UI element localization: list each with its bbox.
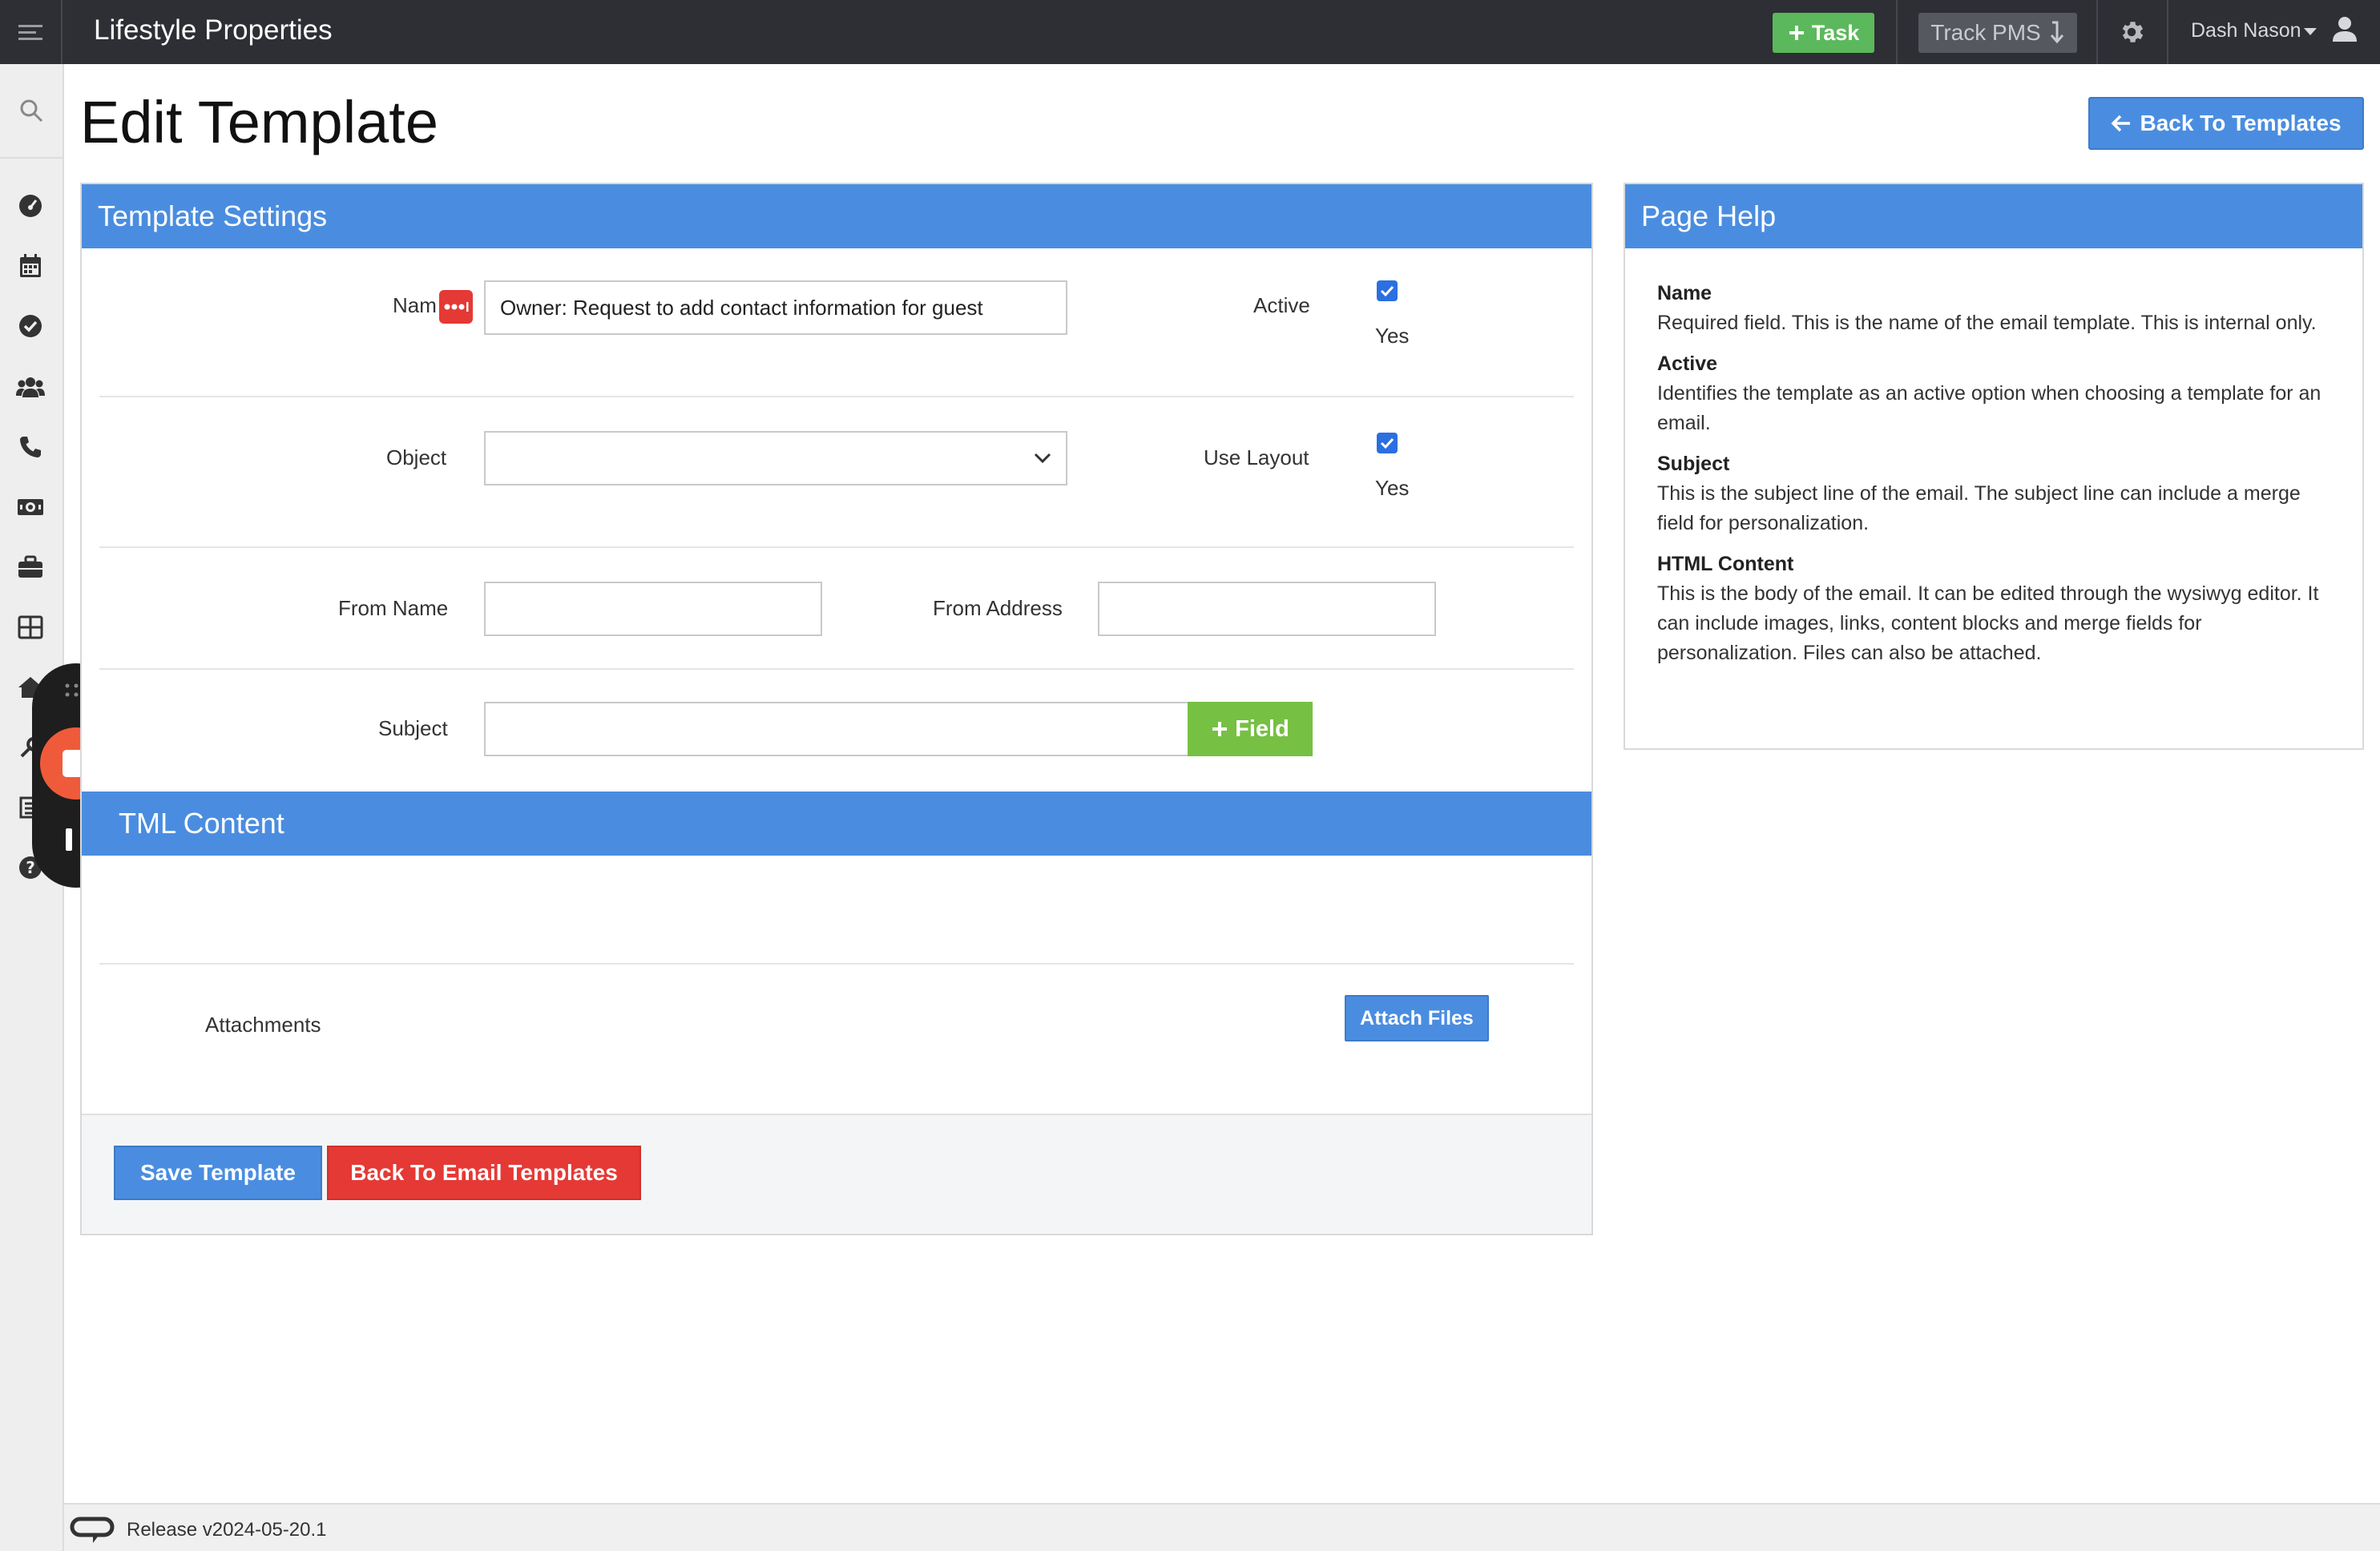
menu-toggle-button[interactable] xyxy=(0,0,63,64)
help-description: Required field. This is the name of the … xyxy=(1657,312,2317,334)
insert-field-button[interactable]: Field xyxy=(1188,702,1313,756)
use-layout-yes-label: Yes xyxy=(1375,476,1410,500)
task-button-label: Task xyxy=(1811,20,1860,45)
sidebar-item-contacts[interactable] xyxy=(14,371,46,403)
row-divider xyxy=(99,963,1574,965)
add-task-button[interactable]: Task xyxy=(1773,13,1874,53)
subject-label: Subject xyxy=(378,716,448,740)
track-pms-button[interactable]: Track PMS xyxy=(1918,13,2077,53)
top-bar: Lifestyle Properties Task Track PMS Dash… xyxy=(0,0,2380,64)
plus-icon xyxy=(1789,26,1804,40)
sidebar-item-finance[interactable] xyxy=(14,491,46,523)
back-to-email-templates-button[interactable]: Back To Email Templates xyxy=(327,1146,641,1200)
active-yes-label: Yes xyxy=(1375,324,1410,348)
html-content-header: TML Content xyxy=(82,792,1591,856)
dots-icon xyxy=(444,302,469,312)
use-layout-checkbox[interactable] xyxy=(1377,433,1398,453)
toolbar-divider xyxy=(2167,0,2168,64)
checkmark-icon xyxy=(1380,437,1394,449)
help-term: Active xyxy=(1657,352,1718,375)
sidebar-item-grid[interactable] xyxy=(14,611,46,643)
check-circle-icon xyxy=(19,315,42,337)
row-divider xyxy=(99,396,1574,397)
user-menu-name[interactable]: Dash Nason xyxy=(2191,19,2301,42)
search-icon xyxy=(20,99,43,123)
checkmark-icon xyxy=(1380,285,1394,296)
sidebar-item-dashboard[interactable] xyxy=(14,190,46,222)
password-manager-icon[interactable] xyxy=(439,290,473,324)
sidebar-item-work[interactable] xyxy=(14,551,46,583)
field-button-label: Field xyxy=(1235,715,1289,742)
row-divider xyxy=(99,546,1574,548)
caret-down-icon[interactable] xyxy=(2303,27,2317,37)
sidebar-item-calls[interactable] xyxy=(14,431,46,463)
subject-input[interactable] xyxy=(484,702,1199,756)
use-layout-label: Use Layout xyxy=(1204,445,1309,469)
from-name-label: From Name xyxy=(338,596,449,620)
from-address-label: From Address xyxy=(933,596,1063,620)
page-help-body: Name Required field. This is the name of… xyxy=(1657,279,2330,679)
release-footer: Release v2024-05-20.1 xyxy=(64,1503,2380,1551)
hamburger-icon xyxy=(18,25,42,40)
from-name-input[interactable] xyxy=(484,582,822,636)
calendar-icon xyxy=(20,254,41,277)
users-icon xyxy=(16,377,45,397)
object-label: Object xyxy=(386,445,447,469)
help-description: Identifies the template as an active opt… xyxy=(1657,382,2322,434)
page-help-header: Page Help xyxy=(1625,184,2362,248)
pause-icon xyxy=(66,828,72,851)
help-term: Name xyxy=(1657,282,1712,304)
active-checkbox[interactable] xyxy=(1377,280,1398,301)
name-label: Nam xyxy=(393,293,437,317)
sidebar-item-calendar[interactable] xyxy=(14,250,46,282)
object-select[interactable] xyxy=(484,431,1067,485)
row-divider xyxy=(99,668,1574,670)
briefcase-icon xyxy=(18,555,42,578)
attachments-label: Attachments xyxy=(205,1013,321,1037)
arrow-left-icon xyxy=(2111,115,2131,132)
settings-gear-icon[interactable] xyxy=(2117,18,2146,46)
template-settings-panel: Template Settings Nam Owner: Request to … xyxy=(80,183,1593,1235)
page-title: Edit Template xyxy=(80,89,438,155)
form-footer: Save Template Back To Email Templates xyxy=(82,1114,1591,1234)
dashboard-gauge-icon xyxy=(19,195,42,217)
plus-icon xyxy=(1212,722,1228,736)
money-icon xyxy=(18,499,43,515)
user-icon[interactable] xyxy=(2330,14,2359,43)
template-settings-header: Template Settings xyxy=(82,184,1591,248)
template-name-input[interactable]: Owner: Request to add contact informatio… xyxy=(484,280,1067,335)
brand-logo-icon xyxy=(70,1517,115,1543)
app-title: Lifestyle Properties xyxy=(94,14,333,46)
toolbar-divider xyxy=(1896,0,1898,64)
chevron-down-icon xyxy=(1034,453,1051,464)
help-description: This is the body of the email. It can be… xyxy=(1657,582,2319,664)
back-to-templates-button[interactable]: Back To Templates xyxy=(2088,97,2364,150)
track-pms-label: Track PMS xyxy=(1930,20,2041,45)
svg-text:?: ? xyxy=(26,858,35,877)
help-description: This is the subject line of the email. T… xyxy=(1657,482,2301,534)
attach-files-button[interactable]: Attach Files xyxy=(1345,995,1489,1041)
active-label: Active xyxy=(1253,293,1310,317)
toolbar-divider xyxy=(2096,0,2098,64)
back-to-templates-label: Back To Templates xyxy=(2140,111,2342,135)
help-term: Subject xyxy=(1657,453,1730,475)
from-address-input[interactable] xyxy=(1098,582,1436,636)
page-help-panel: Page Help Name Required field. This is t… xyxy=(1624,183,2364,750)
grid-icon xyxy=(18,615,43,639)
release-version: Release v2024-05-20.1 xyxy=(127,1519,327,1541)
sidebar-item-tasks[interactable] xyxy=(14,310,46,342)
phone-icon xyxy=(20,437,41,457)
save-template-button[interactable]: Save Template xyxy=(114,1146,322,1200)
arrow-down-icon xyxy=(2050,21,2063,44)
help-term: HTML Content xyxy=(1657,553,1794,575)
sidebar-search-button[interactable] xyxy=(0,64,63,159)
